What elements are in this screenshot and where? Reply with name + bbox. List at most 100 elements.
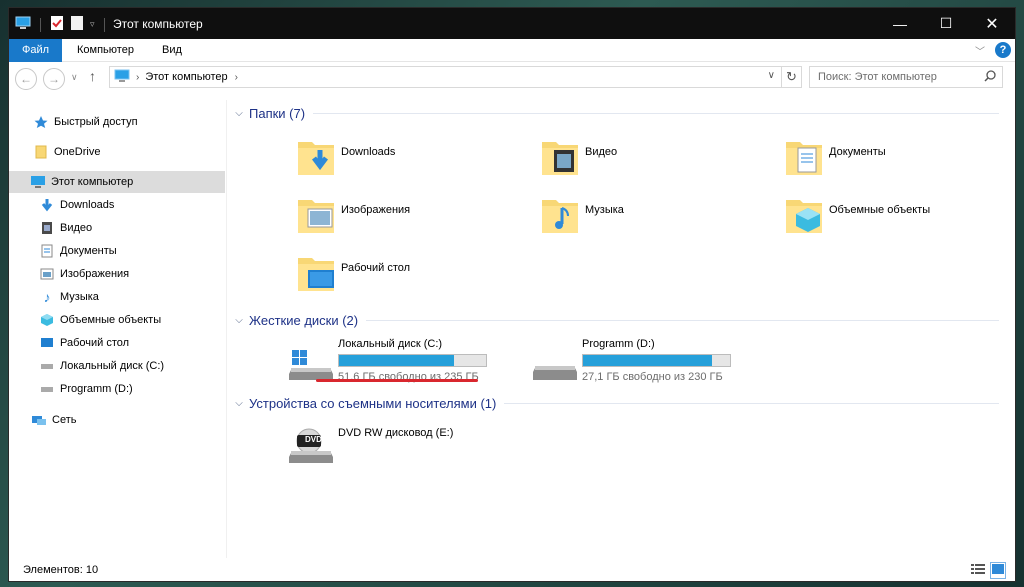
- sidebar-item-desktop[interactable]: Рабочий стол: [9, 332, 225, 354]
- folder-downloads[interactable]: Downloads: [296, 136, 536, 186]
- drive-e-dvd[interactable]: DVD DVD RW дисковод (E:): [289, 427, 529, 487]
- group-header-drives[interactable]: ⌵ Жесткие диски (2): [229, 310, 999, 330]
- video-folder-icon: [542, 142, 578, 175]
- new-folder-icon[interactable]: [70, 15, 84, 34]
- tab-computer[interactable]: Компьютер: [65, 39, 146, 62]
- folder-images[interactable]: Изображения: [296, 194, 536, 244]
- music-folder-icon: [542, 200, 578, 233]
- group-divider: [504, 402, 999, 404]
- sidebar-item-this-pc[interactable]: Этот компьютер: [9, 171, 225, 193]
- tab-file[interactable]: Файл: [9, 39, 62, 62]
- sidebar-item-onedrive[interactable]: OneDrive: [9, 141, 225, 163]
- group-divider: [366, 319, 999, 321]
- refresh-button[interactable]: ↻: [782, 66, 802, 88]
- 3d-objects-folder-icon: [786, 200, 822, 233]
- music-icon: ♪: [43, 289, 51, 305]
- ribbon: Файл Компьютер Вид ﹀ ?: [9, 39, 1015, 62]
- search-input[interactable]: Поиск: Этот компьютер: [809, 66, 1003, 88]
- drive-icon: [533, 366, 577, 380]
- recent-locations-button[interactable]: ∨: [71, 72, 78, 83]
- breadcrumb-separator-icon[interactable]: ›: [235, 72, 238, 83]
- up-button[interactable]: ↑: [89, 68, 96, 84]
- details-view-icon[interactable]: [971, 563, 985, 578]
- folder-label: Downloads: [341, 146, 396, 158]
- status-bar: Элементов: 10: [9, 559, 1015, 581]
- windows-drive-icon: [289, 350, 333, 380]
- folder-music[interactable]: Музыка: [540, 194, 780, 244]
- sidebar-item-video[interactable]: Видео: [9, 217, 225, 239]
- breadcrumb-separator-icon[interactable]: ›: [136, 72, 139, 83]
- sidebar-item-quick-access[interactable]: Быстрый доступ: [9, 111, 225, 133]
- chevron-down-icon: ⌵: [235, 397, 243, 409]
- view-switcher: [971, 562, 1006, 579]
- desktop-icon: [39, 335, 55, 351]
- sidebar-item-label: Этот компьютер: [51, 176, 134, 188]
- sidebar-item-network[interactable]: Сеть: [9, 409, 225, 431]
- star-icon: [33, 114, 49, 130]
- window-title: Этот компьютер: [113, 17, 203, 31]
- dvd-drive-icon: [289, 428, 333, 463]
- sidebar-item-drive-d[interactable]: Programm (D:): [9, 378, 225, 400]
- sidebar-item-label: Downloads: [60, 199, 115, 211]
- address-bar[interactable]: › Этот компьютер › ∨: [109, 66, 782, 88]
- sidebar-item-downloads[interactable]: Downloads: [9, 194, 225, 216]
- documents-folder-icon: [786, 142, 822, 175]
- maximize-button[interactable]: ☐: [923, 8, 969, 39]
- drive-usage-fill: [583, 355, 713, 366]
- sidebar-item-music[interactable]: ♪ Музыка: [9, 286, 225, 308]
- sidebar-item-documents[interactable]: Документы: [9, 240, 225, 262]
- search-icon[interactable]: [984, 70, 996, 85]
- drive-usage-fill: [339, 355, 454, 366]
- folder-video[interactable]: Видео: [540, 136, 780, 186]
- desktop-folder-icon: [298, 258, 334, 291]
- item-count: Элементов: 10: [23, 564, 99, 576]
- title-bar: ▿ Этот компьютер — ☐ ✕: [9, 8, 1015, 39]
- tab-view[interactable]: Вид: [150, 39, 194, 62]
- chevron-down-icon: ⌵: [235, 314, 243, 326]
- folder-label: Изображения: [341, 204, 411, 216]
- computer-icon[interactable]: [15, 16, 31, 33]
- properties-icon[interactable]: [50, 15, 64, 34]
- group-title: Жесткие диски (2): [249, 312, 359, 328]
- drive-name: Programm (D:): [582, 338, 655, 350]
- content-pane: ⌵ Папки (7) Downloads Видео Документы Из…: [229, 100, 1015, 558]
- customize-dropdown-icon[interactable]: ▿: [90, 19, 95, 30]
- sidebar-item-label: Изображения: [60, 268, 130, 280]
- sidebar-item-label: Объемные объекты: [60, 314, 162, 326]
- sidebar-item-drive-c[interactable]: Локальный диск (C:): [9, 355, 225, 377]
- drive-icon: [39, 358, 55, 374]
- folder-desktop[interactable]: Рабочий стол: [296, 252, 536, 302]
- help-icon[interactable]: ?: [995, 42, 1011, 58]
- forward-button[interactable]: →: [43, 68, 65, 90]
- expand-ribbon-icon[interactable]: ﹀: [975, 43, 985, 58]
- tiles-view-icon[interactable]: [990, 562, 1006, 579]
- minimize-button[interactable]: —: [877, 8, 923, 39]
- video-icon: [39, 220, 55, 236]
- address-dropdown-icon[interactable]: ∨: [768, 70, 775, 81]
- refresh-icon: ↻: [786, 69, 797, 84]
- computer-icon: [114, 69, 130, 86]
- folder-label: Рабочий стол: [341, 262, 411, 274]
- folder-label: Объемные объекты: [829, 204, 931, 216]
- group-header-removable[interactable]: ⌵ Устройства со съемными носителями (1): [229, 393, 999, 413]
- group-header-folders[interactable]: ⌵ Папки (7): [229, 103, 999, 123]
- sidebar-item-label: Видео: [60, 222, 93, 234]
- drive-name: Локальный диск (C:): [338, 338, 443, 350]
- back-button[interactable]: ←: [15, 68, 37, 90]
- toolbar-divider: [40, 17, 41, 32]
- drive-d[interactable]: Programm (D:) 27,1 ГБ свободно из 230 ГБ: [533, 338, 773, 398]
- drive-usage-bar: [338, 354, 487, 367]
- sidebar-item-3d-objects[interactable]: Объемные объекты: [9, 309, 225, 331]
- drive-c[interactable]: Локальный диск (C:) 51,6 ГБ свободно из …: [289, 338, 529, 398]
- sidebar-item-label: Быстрый доступ: [54, 116, 138, 128]
- close-button[interactable]: ✕: [969, 8, 1015, 39]
- folder-3d-objects[interactable]: Объемные объекты: [784, 194, 1024, 244]
- drive-usage-bar: [582, 354, 731, 367]
- folder-documents[interactable]: Документы: [784, 136, 1024, 186]
- cube-icon: [39, 312, 55, 328]
- breadcrumb[interactable]: Этот компьютер: [145, 71, 227, 83]
- group-title: Папки (7): [249, 105, 306, 121]
- sidebar-item-images[interactable]: Изображения: [9, 263, 225, 285]
- quick-access-toolbar: ▿: [15, 15, 108, 34]
- sidebar-item-label: Музыка: [60, 291, 99, 303]
